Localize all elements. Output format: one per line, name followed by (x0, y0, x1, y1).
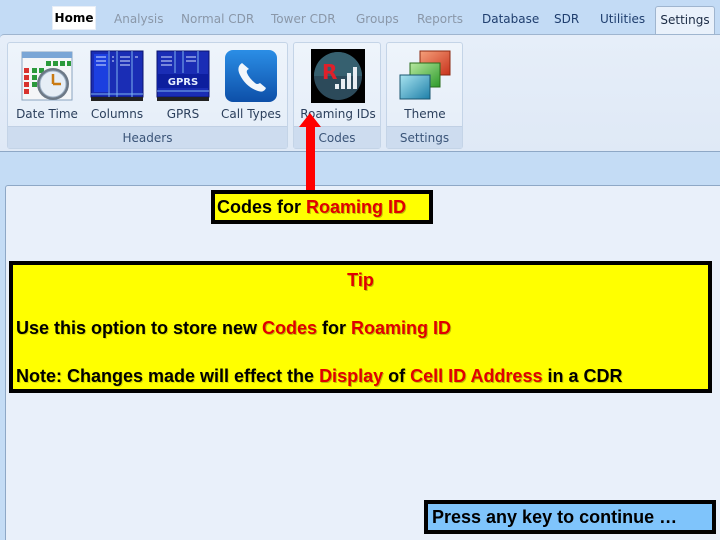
theme-icon (398, 49, 452, 103)
tab-groups[interactable]: Groups (356, 10, 399, 28)
pointer-arrow-shaft (306, 124, 315, 190)
tip-line-1: Use this option to store new Codes for R… (16, 318, 451, 339)
tip-box: Tip Use this option to store new Codes f… (9, 261, 712, 393)
tab-reports[interactable]: Reports (417, 10, 463, 28)
tip-highlight: Display (319, 366, 384, 386)
ribbon-panel: Date Time Columns GPRS GPRS Call Types H… (0, 34, 720, 152)
tip-text: Note: Changes made will effect the (16, 366, 320, 386)
call-types-button[interactable]: Call Types (216, 47, 286, 123)
svg-text:GPRS: GPRS (168, 77, 198, 88)
ribbon-group-headers: Date Time Columns GPRS GPRS Call Types H… (7, 42, 288, 149)
theme-button[interactable]: Theme (390, 47, 460, 123)
callout-prefix: Codes for (217, 197, 307, 217)
date-time-button[interactable]: Date Time (12, 47, 82, 123)
tab-sdr[interactable]: SDR (554, 10, 579, 28)
calendar-clock-icon (20, 49, 74, 103)
date-time-label: Date Time (16, 107, 78, 121)
columns-icon (90, 49, 144, 103)
continue-prompt[interactable]: Press any key to continue … (424, 500, 716, 534)
columns-button[interactable]: Columns (82, 47, 152, 123)
tip-line-2: Note: Changes made will effect the Displ… (16, 366, 622, 387)
tip-text: of (383, 366, 411, 386)
tip-text: Use this option to store new (16, 318, 263, 338)
tip-title: Tip (347, 270, 374, 290)
roaming-signal-icon: R (311, 49, 365, 103)
callout-highlight: Roaming ID (306, 197, 407, 217)
call-types-label: Call Types (220, 107, 282, 121)
theme-label: Theme (404, 107, 446, 121)
tab-utilities[interactable]: Utilities (600, 10, 645, 28)
ribbon-group-settings: Theme Settings (386, 42, 463, 149)
tab-settings[interactable]: Settings (655, 6, 715, 36)
tip-highlight: Codes (262, 318, 318, 338)
tab-home[interactable]: Home (52, 6, 96, 30)
roaming-id-callout: Codes for Roaming ID (211, 190, 433, 224)
phone-icon (224, 49, 278, 103)
group-label-settings: Settings (387, 126, 462, 148)
tip-highlight: Cell ID Address (410, 366, 543, 386)
tab-analysis[interactable]: Analysis (114, 10, 163, 28)
group-label-headers: Headers (8, 126, 287, 148)
tab-tower-cdr[interactable]: Tower CDR (271, 10, 336, 28)
tab-normal-cdr[interactable]: Normal CDR (181, 10, 254, 28)
tab-database[interactable]: Database (482, 10, 539, 28)
gprs-label: GPRS (166, 107, 200, 121)
ribbon-gap (0, 152, 720, 186)
gprs-button[interactable]: GPRS GPRS (148, 47, 218, 123)
svg-text:R: R (322, 60, 337, 84)
tip-text: in a CDR (542, 366, 623, 386)
gprs-icon: GPRS (156, 49, 210, 103)
tip-text: for (317, 318, 352, 338)
roaming-ids-button[interactable]: R Roaming IDs (300, 47, 376, 123)
tip-highlight: Roaming ID (351, 318, 452, 338)
ribbon-tab-strip: Home Analysis Normal CDR Tower CDR Group… (0, 0, 720, 36)
